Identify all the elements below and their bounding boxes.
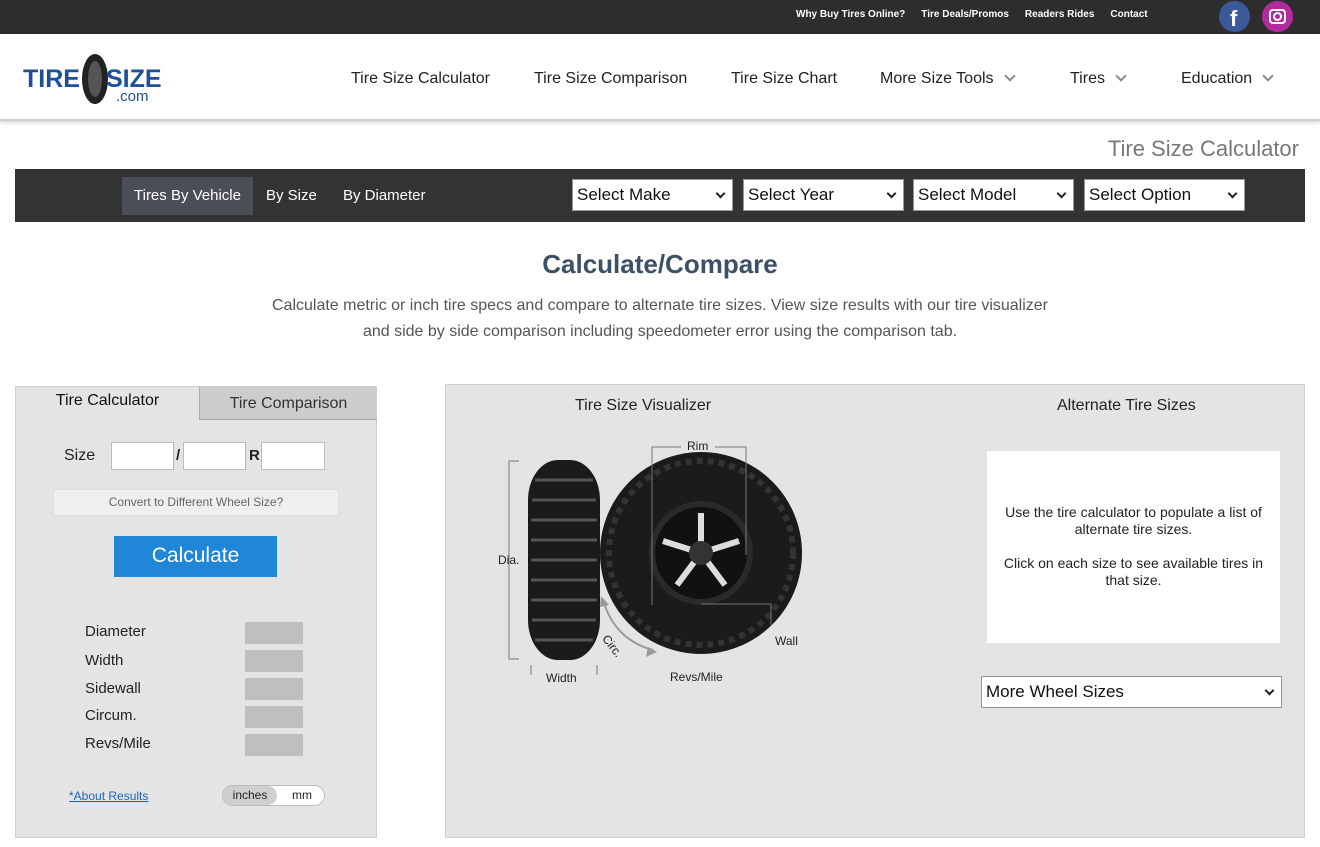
chevron-down-icon xyxy=(1264,685,1275,696)
nav-label: Tire Size Chart xyxy=(731,70,838,87)
nav-label: Tire Size Calculator xyxy=(351,70,491,87)
nav-tire-size-chart[interactable]: Tire Size Chart xyxy=(731,70,837,88)
svg-text:f: f xyxy=(1230,6,1238,31)
top-bar: Why Buy Tires Online? Tire Deals/Promos … xyxy=(0,0,1320,34)
unit-toggle: inches mm xyxy=(222,785,325,806)
nav-label: Tires xyxy=(1070,70,1105,87)
chevron-down-icon xyxy=(1003,70,1016,82)
unit-mm-toggle[interactable]: mm xyxy=(281,786,323,805)
tab-by-diameter[interactable]: By Diameter xyxy=(331,177,438,215)
nav-tires[interactable]: Tires xyxy=(1070,70,1127,88)
calculate-button[interactable]: Calculate xyxy=(114,536,277,577)
size-label: Size xyxy=(64,447,96,464)
tab-tire-comparison[interactable]: Tire Comparison xyxy=(199,387,377,420)
chevron-down-icon xyxy=(1115,70,1127,82)
readers-rides-link[interactable]: Readers Rides xyxy=(1025,9,1094,20)
visualizer-panel: Tire Size Visualizer Alternate Tire Size… xyxy=(445,384,1305,838)
visualizer-title: Tire Size Visualizer xyxy=(575,397,712,414)
revs-mile-label: Revs/Mile xyxy=(670,670,723,684)
result-value-diameter xyxy=(245,622,303,644)
chevron-down-icon xyxy=(886,188,897,199)
top-links: Why Buy Tires Online? Tire Deals/Promos … xyxy=(796,9,1148,20)
tire-deals-link[interactable]: Tire Deals/Promos xyxy=(921,9,1009,20)
rim-label: Rim xyxy=(687,439,709,453)
facebook-icon[interactable]: f xyxy=(1219,1,1250,32)
select-year-value: Select Year xyxy=(748,185,835,204)
intro-line-2: and side by side comparison including sp… xyxy=(362,323,958,340)
select-option[interactable]: Select Option xyxy=(1084,179,1245,211)
svg-text:TIRE: TIRE xyxy=(23,65,80,93)
unit-inches-toggle[interactable]: inches xyxy=(223,786,277,805)
select-year[interactable]: Select Year xyxy=(743,179,904,211)
svg-text:.com: .com xyxy=(116,88,149,105)
convert-wheel-size-button[interactable]: Convert to Different Wheel Size? xyxy=(53,489,339,516)
instagram-icon[interactable] xyxy=(1262,1,1293,32)
result-value-revs-mile xyxy=(245,734,303,756)
tab-by-size[interactable]: By Size xyxy=(254,177,329,215)
result-value-sidewall xyxy=(245,678,303,700)
result-label-circumference: Circum. xyxy=(85,707,137,724)
why-buy-link[interactable]: Why Buy Tires Online? xyxy=(796,9,905,20)
alternate-sizes-title: Alternate Tire Sizes xyxy=(1057,397,1196,414)
nav-tire-size-calculator[interactable]: Tire Size Calculator xyxy=(351,70,490,88)
select-make-value: Select Make xyxy=(577,185,671,204)
select-option-value: Select Option xyxy=(1089,185,1192,204)
nav-label: More Size Tools xyxy=(880,70,994,87)
tire-width-input[interactable] xyxy=(111,442,174,470)
result-label-diameter: Diameter xyxy=(85,623,146,640)
section-heading: Calculate/Compare xyxy=(542,249,778,279)
result-label-sidewall: Sidewall xyxy=(85,680,141,697)
site-logo[interactable]: TIRE SIZE .com xyxy=(20,51,180,107)
alternate-sizes-list: Use the tire calculator to populate a li… xyxy=(987,451,1280,643)
nav-education[interactable]: Education xyxy=(1181,70,1274,88)
intro-text: Calculate metric or inch tire specs and … xyxy=(230,293,1090,345)
vehicle-search-bar: Tires By Vehicle By Size By Diameter Sel… xyxy=(15,169,1305,222)
rim-separator: R xyxy=(249,447,260,464)
alternate-sizes-hint: Click on each size to see available tire… xyxy=(1003,555,1264,588)
diameter-label: Dia. xyxy=(498,553,520,567)
wheel-sizes-value: More Wheel Sizes xyxy=(986,682,1124,701)
wall-label: Wall xyxy=(775,634,798,648)
more-wheel-sizes-select[interactable]: More Wheel Sizes xyxy=(981,676,1282,708)
rim-diameter-input[interactable] xyxy=(261,442,325,470)
intro-line-1: Calculate metric or inch tire specs and … xyxy=(271,297,1048,314)
result-value-width xyxy=(245,650,303,672)
nav-more-size-tools[interactable]: More Size Tools xyxy=(880,70,1016,88)
chevron-down-icon xyxy=(1262,70,1274,82)
nav-label: Education xyxy=(1181,70,1253,87)
select-make[interactable]: Select Make xyxy=(572,179,733,211)
tab-tires-by-vehicle[interactable]: Tires By Vehicle xyxy=(122,177,253,215)
chevron-down-icon xyxy=(1056,188,1067,199)
result-label-revs-mile: Revs/Mile xyxy=(85,735,151,752)
width-label: Width xyxy=(546,671,577,685)
nav-label: Tire Size Comparison xyxy=(534,70,688,87)
tab-tire-calculator[interactable]: Tire Calculator xyxy=(16,387,199,420)
chevron-down-icon xyxy=(1227,188,1238,199)
result-value-circumference xyxy=(245,706,303,728)
alternate-sizes-instructions: Use the tire calculator to populate a li… xyxy=(1005,504,1262,537)
contact-link[interactable]: Contact xyxy=(1110,9,1147,20)
select-model-value: Select Model xyxy=(918,185,1017,204)
slash-separator: / xyxy=(176,447,181,464)
nav-tire-size-comparison[interactable]: Tire Size Comparison xyxy=(534,70,687,88)
aspect-ratio-input[interactable] xyxy=(183,442,246,470)
page-title: Tire Size Calculator xyxy=(1107,136,1299,161)
site-header: TIRE SIZE .com Tire Size Calculator Tire… xyxy=(0,34,1320,121)
tire-calculator-panel: Tire Calculator Tire Comparison Size / R… xyxy=(15,386,377,838)
result-label-width: Width xyxy=(85,652,124,669)
about-results-link[interactable]: *About Results xyxy=(69,789,148,803)
select-model[interactable]: Select Model xyxy=(913,179,1074,211)
chevron-down-icon xyxy=(715,188,726,199)
